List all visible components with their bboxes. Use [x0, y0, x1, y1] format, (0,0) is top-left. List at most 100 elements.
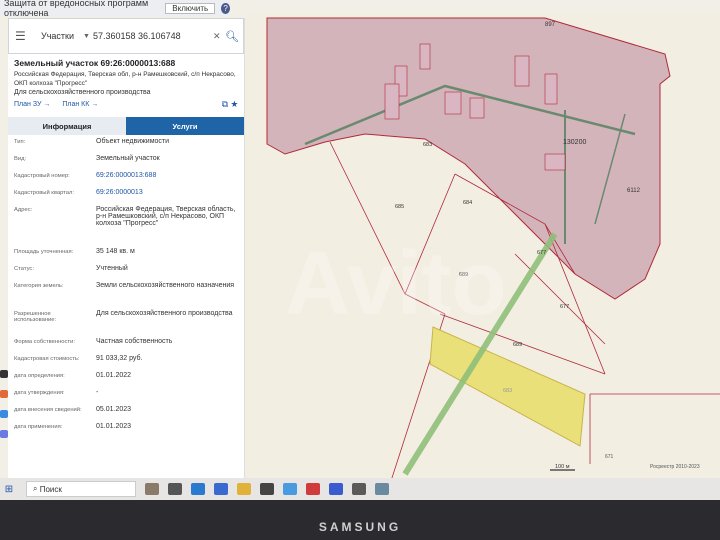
detail-row: Тип: Объект недвижимости [8, 135, 244, 152]
plan-zu-link[interactable]: План ЗУ → [14, 101, 50, 108]
detail-value: 91 033,32 руб. [96, 355, 143, 362]
map-label: 684 [463, 200, 472, 206]
store-icon[interactable] [260, 483, 274, 495]
detail-label: Кадастровый номер: [14, 173, 70, 179]
app-icon[interactable] [352, 483, 366, 495]
edge-icon[interactable] [191, 483, 205, 495]
app-icon[interactable] [0, 430, 8, 438]
app-icon[interactable] [283, 483, 297, 495]
detail-row: Форма собственности: Частная собственност… [8, 335, 244, 352]
clear-icon[interactable]: ✕ [213, 31, 225, 42]
detail-label: Категория земель: [14, 283, 64, 289]
search-bar: ☰ Участки ▼ 57.360158 36.106748 ✕ 🔍︎ [8, 18, 244, 54]
detail-label: дата определения: [14, 373, 65, 379]
os-sidebar [0, 370, 8, 478]
windows-start-icon[interactable]: ⊞ [0, 484, 18, 495]
detail-value: Земельный участок [96, 155, 160, 162]
map-canvas[interactable]: 897 683 685 684 689 677 677 689 683 671 … [245, 14, 720, 500]
detail-value: 01.01.2022 [96, 372, 132, 379]
detail-row: Разрешенное использование: Для сельскохоз… [8, 307, 244, 335]
star-icon[interactable]: ★ [231, 99, 238, 109]
taskbar-search[interactable]: ⌕ Поиск [26, 481, 136, 497]
detail-label: Разрешенное использование: [14, 311, 57, 323]
detail-label: Вид: [14, 156, 27, 162]
parcel-title: Земельный участок 69:26:0000013:688 [14, 58, 176, 68]
map-label: 689 [513, 342, 522, 348]
search-icon[interactable]: 🔍︎ [225, 30, 243, 43]
map-label: 677 [537, 250, 546, 256]
info-tabs: Информация Услуги [8, 117, 244, 135]
detail-value: Земли сельскохозяйственного назначения [96, 282, 235, 289]
panel-tools: ⧉ ★ [222, 99, 238, 110]
cadastral-number-link[interactable]: 69:26:0000013:688 [96, 172, 236, 179]
app-icon[interactable] [375, 483, 389, 495]
mail-icon[interactable] [214, 483, 228, 495]
plan-kk-link[interactable]: План КК → [62, 101, 98, 108]
app-icon[interactable] [329, 483, 343, 495]
map-copyright: Росреестр 2010-2023 [650, 464, 700, 470]
detail-row: дата определения: 01.01.2022 [8, 369, 244, 386]
detail-label: Статус: [14, 266, 34, 272]
menu-icon[interactable]: ☰ [15, 29, 31, 43]
detail-row: Категория земель: Земли сельскохозяйствен… [8, 279, 244, 307]
map-label: 130200 [563, 139, 586, 146]
detail-label: дата утверждения: [14, 390, 65, 396]
app-icon[interactable] [0, 410, 8, 418]
cadastral-map[interactable]: 897 683 685 684 689 677 677 689 683 671 … [245, 14, 720, 500]
detail-row: Кадастровая стоимость: 91 033,32 руб. [8, 352, 244, 369]
brand-logo: SAMSUNG [318, 520, 402, 534]
detail-label: Форма собственности: [14, 339, 75, 345]
details-list: Тип: Объект недвижимости Вид: Земельный уч… [8, 135, 244, 437]
scale-label: 100 м [555, 464, 570, 470]
app-icon[interactable] [0, 390, 8, 398]
selected-parcel [429, 326, 586, 447]
help-icon[interactable]: ? [221, 2, 230, 14]
detail-value: Для сельскохозяйственного производства [96, 310, 233, 317]
detail-label: Тип: [14, 139, 26, 145]
detail-row: дата внесения сведений: 05.01.2023 [8, 403, 244, 420]
tab-services[interactable]: Услуги [126, 117, 244, 135]
search-input[interactable]: 57.360158 36.106748 [93, 31, 213, 41]
detail-value: Объект недвижимости [96, 138, 170, 145]
detail-label: Адрес: [14, 207, 33, 213]
map-label: 897 [545, 22, 556, 28]
detail-row: дата применения: 01.01.2023 [8, 420, 244, 437]
map-label: 685 [395, 204, 404, 210]
app-icon[interactable] [0, 370, 8, 378]
search-icon: ⌕ [33, 484, 40, 493]
cadastral-quarter-link[interactable]: 69:26:0000013 [96, 189, 236, 196]
detail-value: - [96, 389, 99, 396]
detail-value: 35 148 кв. м [96, 248, 135, 255]
detail-row: Статус: Учтенный [8, 262, 244, 279]
detail-label: Площадь уточненная: [14, 249, 74, 255]
explorer-icon[interactable] [237, 483, 251, 495]
tab-info[interactable]: Информация [8, 117, 126, 135]
yandex-icon[interactable] [306, 483, 320, 495]
detail-label: дата применения: [14, 424, 63, 430]
widget-icon[interactable] [145, 483, 159, 495]
taskbar: ⊞ ⌕ Поиск [0, 478, 720, 500]
parcel-purpose: Для сельскохозяйственного производства [14, 89, 151, 96]
detail-value: Российская Федерация, Тверская область, … [96, 206, 236, 227]
avito-watermark: Avito [285, 234, 507, 334]
malware-warning-bar: Защита от вредоносных программ отключена… [0, 0, 230, 18]
detail-row: Кадастровый квартал: 69:26:0000013 [8, 186, 244, 203]
map-label: 677 [560, 304, 569, 310]
detail-row: дата утверждения: - [8, 386, 244, 403]
detail-row: Вид: Земельный участок [8, 152, 244, 169]
chevron-down-icon[interactable]: ▼ [83, 33, 93, 40]
task-view-icon[interactable] [168, 483, 182, 495]
plan-links: План ЗУ → План КК → [14, 101, 108, 108]
map-label: 6112 [627, 188, 641, 194]
enable-button[interactable]: Включить [165, 2, 216, 14]
map-label: 683 [503, 388, 512, 394]
detail-row: Кадастровый номер: 69:26:0000013:688 [8, 169, 244, 186]
detail-label: Кадастровый квартал: [14, 190, 74, 196]
map-label: 671 [605, 454, 614, 460]
parcel-info-panel: ☰ Участки ▼ 57.360158 36.106748 ✕ 🔍︎ Зем… [8, 18, 245, 478]
warning-text: Защита от вредоносных программ отключена [4, 0, 149, 18]
parcel-address: Российская Федерация, Тверская обл, р-н … [14, 71, 236, 87]
zoom-to-icon[interactable]: ⧉ [222, 99, 228, 109]
detail-value: 05.01.2023 [96, 406, 132, 413]
category-select[interactable]: Участки [41, 31, 83, 41]
